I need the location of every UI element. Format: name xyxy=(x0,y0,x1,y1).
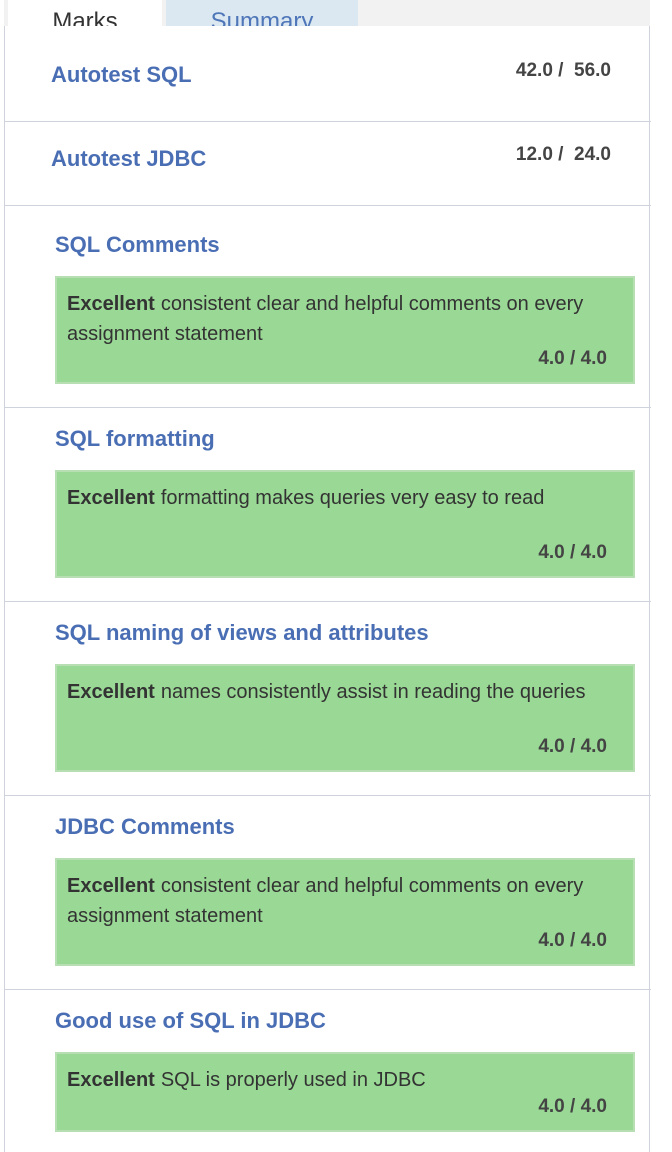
rubric-level: Excellent xyxy=(67,681,155,703)
criterion-title[interactable]: SQL naming of views and attributes xyxy=(55,620,429,646)
marks-panel: Autotest SQL 42.0 / 56.0 Autotest JDBC 1… xyxy=(4,26,651,1152)
rubric-score: 4.0 / 4.0 xyxy=(538,542,607,563)
rubric-level-box: Excellent consistent clear and helpful co… xyxy=(55,858,635,966)
tab-summary[interactable]: Summary xyxy=(166,0,358,26)
autotest-sql-score: 42.0 / 56.0 xyxy=(515,60,611,81)
rubric-level-box: Excellent SQL is properly used in JDBC 4.… xyxy=(55,1052,635,1132)
tab-marks-label: Marks xyxy=(52,8,118,27)
autotest-jdbc-score: 12.0 / 24.0 xyxy=(515,144,611,165)
rubric-score: 4.0 / 4.0 xyxy=(538,348,607,369)
tab-bar: Marks Summary xyxy=(4,0,650,26)
criterion-row-sql-formatting: SQL formatting Excellent formatting makes… xyxy=(5,408,651,602)
tab-summary-label: Summary xyxy=(210,8,314,27)
rubric-level-box: Excellent consistent clear and helpful co… xyxy=(55,276,635,384)
rubric-level: Excellent xyxy=(67,293,155,315)
criterion-row-sql-naming: SQL naming of views and attributes Excel… xyxy=(5,602,651,796)
tab-marks[interactable]: Marks xyxy=(8,0,162,26)
rubric-level: Excellent xyxy=(67,487,155,509)
rubric-score: 4.0 / 4.0 xyxy=(538,736,607,757)
rubric-description: formatting makes queries very easy to re… xyxy=(160,487,545,509)
criterion-title[interactable]: SQL Comments xyxy=(55,232,220,258)
autotest-sql-title[interactable]: Autotest SQL xyxy=(51,62,192,88)
criterion-title[interactable]: JDBC Comments xyxy=(55,814,235,840)
autotest-row-jdbc: Autotest JDBC 12.0 / 24.0 xyxy=(5,122,651,206)
rubric-level: Excellent xyxy=(67,1069,155,1091)
criterion-row-sql-comments: SQL Comments Excellent consistent clear a… xyxy=(5,206,651,408)
rubric-description: SQL is properly used in JDBC xyxy=(160,1069,426,1091)
autotest-jdbc-title[interactable]: Autotest JDBC xyxy=(51,146,206,172)
criterion-title[interactable]: SQL formatting xyxy=(55,426,215,452)
rubric-score: 4.0 / 4.0 xyxy=(538,930,607,951)
rubric-score: 4.0 / 4.0 xyxy=(538,1096,607,1117)
rubric-description: names consistently assist in reading the… xyxy=(160,681,586,703)
criterion-row-good-use-sql-jdbc: Good use of SQL in JDBC Excellent SQL is … xyxy=(5,990,651,1152)
criterion-row-jdbc-comments: JDBC Comments Excellent consistent clear … xyxy=(5,796,651,990)
rubric-level: Excellent xyxy=(67,875,155,897)
criterion-title[interactable]: Good use of SQL in JDBC xyxy=(55,1008,326,1034)
autotest-row-sql: Autotest SQL 42.0 / 56.0 xyxy=(5,26,651,122)
rubric-level-box: Excellent formatting makes queries very e… xyxy=(55,470,635,578)
rubric-level-box: Excellent names consistently assist in re… xyxy=(55,664,635,772)
